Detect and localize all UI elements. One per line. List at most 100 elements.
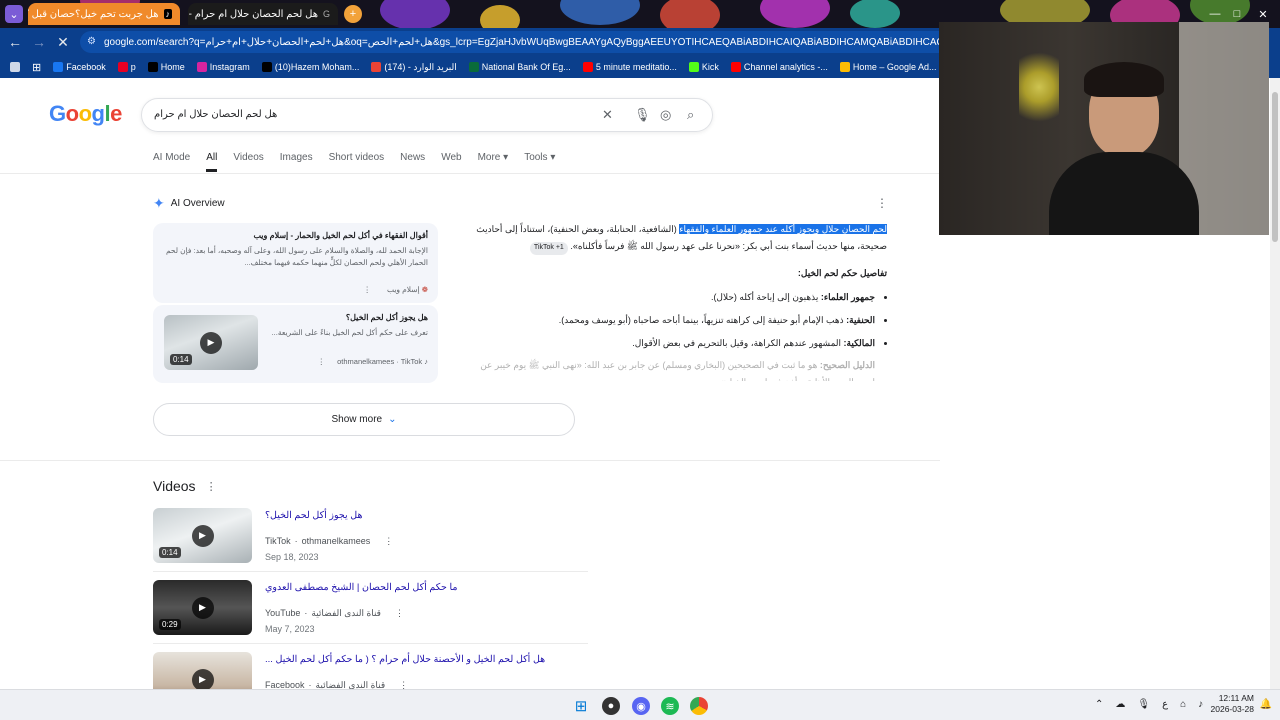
- video-thumbnail[interactable]: ▶ 0:29: [153, 580, 252, 635]
- camera-search-icon[interactable]: ◎: [660, 107, 671, 123]
- video-thumbnail[interactable]: ▶ 0:14: [153, 508, 252, 563]
- source-card[interactable]: ▶ 0:14 هل يجوز أكل لحم الخيل؟ تعرف على ح…: [153, 305, 438, 383]
- scrollbar[interactable]: [1270, 78, 1280, 689]
- video-source: TikTok · othmanelkamees ⋮: [265, 536, 394, 547]
- tab-short-videos[interactable]: Short videos: [329, 152, 385, 172]
- bookmark-item[interactable]: Home: [142, 62, 191, 73]
- more-options-icon[interactable]: ⋮: [876, 196, 888, 210]
- volume-icon[interactable]: ♪: [1198, 699, 1203, 710]
- video-result[interactable]: ▶ 0:14 هل يجوز أكل لحم الخيل؟ TikTok · oth…: [153, 508, 588, 578]
- source-card-source: ❁ إسلام ويب ⋮: [363, 285, 428, 294]
- search-tabs: AI Mode All Videos Images Short videos N…: [153, 152, 571, 172]
- bookmark-item[interactable]: Instagram: [191, 62, 256, 73]
- url-text: google.com/search?q=هل+لحم+الحصان+حلال+ا…: [104, 36, 960, 48]
- tab-news[interactable]: News: [400, 152, 425, 172]
- video-source: YouTube · قناة الندى الفضائية ⋮: [265, 608, 404, 619]
- video-thumbnail[interactable]: ▶ 0:14: [164, 315, 258, 370]
- stop-loading-icon[interactable]: ✕: [51, 30, 75, 54]
- video-result[interactable]: ▶ هل أكل لحم الخيل و الأحصنة حلال أم حرا…: [153, 652, 588, 689]
- back-icon[interactable]: ←: [3, 30, 27, 54]
- bookmark-item[interactable]: Facebook: [47, 62, 112, 73]
- list-item: المالكية: المشهور عندهم الكراهة، وقيل با…: [470, 335, 875, 352]
- network-icon[interactable]: ⌂: [1180, 699, 1186, 710]
- source-card-title: أقوال الفقهاء في أكل لحم الخيل والحمار -…: [253, 231, 428, 240]
- address-bar[interactable]: ⚙ google.com/search?q=هل+لحم+الحصان+حلال…: [80, 31, 960, 53]
- site-info-icon[interactable]: ⚙: [87, 36, 96, 47]
- source-chip[interactable]: TikTok +1: [529, 241, 568, 255]
- tab-all[interactable]: All: [206, 152, 218, 172]
- google-logo[interactable]: Google: [49, 101, 122, 127]
- maximize-icon[interactable]: □: [1228, 5, 1246, 23]
- video-title[interactable]: هل أكل لحم الخيل و الأحصنة حلال أم حرام …: [265, 654, 545, 665]
- tab-title: هل لحم الحصان حلال ام حرام - ...: [188, 8, 318, 20]
- clear-icon[interactable]: ✕: [602, 107, 613, 123]
- close-window-icon[interactable]: ✕: [1254, 5, 1272, 23]
- bookmark-icon: [688, 62, 699, 72]
- bookmark-label: National Bank Of Eg...: [481, 62, 571, 72]
- video-duration: 0:14: [159, 547, 181, 558]
- scrollbar-thumb[interactable]: [1272, 92, 1278, 242]
- bookmark-item[interactable]: p: [112, 62, 142, 73]
- source-card-desc: تعرف على حكم أكل لحم الخيل بناءً على الش…: [271, 328, 428, 337]
- tab-active[interactable]: G هل لحم الحصان حلال ام حرام - ... ✕: [188, 3, 338, 25]
- show-more-button[interactable]: Show more ⌄: [153, 403, 575, 436]
- chevron-up-icon[interactable]: ⌃: [1095, 699, 1103, 710]
- bookmark-label: 5 minute meditatio...: [595, 62, 677, 72]
- more-options-icon[interactable]: ⋮: [399, 680, 408, 689]
- tab-web[interactable]: Web: [441, 152, 461, 172]
- microphone-icon[interactable]: 🎙: [634, 107, 651, 123]
- notification-icon[interactable]: 🔔: [1260, 699, 1272, 710]
- apps-grid-icon[interactable]: ⊞: [26, 61, 47, 74]
- tab-more[interactable]: More ▾: [478, 152, 509, 172]
- bookmark-label: (174) - البريد الوارد: [384, 61, 457, 72]
- source-card[interactable]: أقوال الفقهاء في أكل لحم الخيل والحمار -…: [153, 223, 438, 303]
- search-input[interactable]: هل لحم الحصان حلال ام حرام ✕ 🎙 ◎ ⌕: [141, 98, 713, 132]
- chrome-icon[interactable]: [690, 697, 708, 715]
- search-icon[interactable]: ⌕: [687, 107, 694, 123]
- tab-first[interactable]: ♪ هل جربت تحم خيل؟حصان قبل كذ ✕: [28, 3, 180, 25]
- spotify-icon[interactable]: ≋: [661, 697, 679, 715]
- tab-videos[interactable]: Videos: [233, 152, 263, 172]
- video-result[interactable]: ▶ 0:29 ما حكم أكل لحم الحصان | الشيخ مصط…: [153, 580, 588, 650]
- divider: [153, 571, 588, 572]
- tab-search-button[interactable]: ⌄: [5, 5, 23, 23]
- tab-tools[interactable]: Tools ▾: [524, 152, 555, 172]
- video-title[interactable]: هل يجوز أكل لحم الخيل؟: [265, 510, 363, 521]
- video-title[interactable]: ما حكم أكل لحم الحصان | الشيخ مصطفى العد…: [265, 582, 457, 593]
- clock[interactable]: 12:11 AM 2026-03-28: [1211, 693, 1254, 716]
- bookmark-item[interactable]: National Bank Of Eg...: [463, 62, 577, 73]
- bookmark-icon: [839, 62, 850, 72]
- more-options-icon[interactable]: ⋮: [318, 357, 326, 366]
- bookmark-icon: [117, 62, 128, 72]
- video-thumbnail[interactable]: ▶: [153, 652, 252, 689]
- bookmark-icon: [582, 62, 593, 72]
- tab-images[interactable]: Images: [280, 152, 313, 172]
- search-query: هل لحم الحصان حلال ام حرام: [154, 109, 278, 120]
- sidebar-toggle-icon[interactable]: [4, 62, 26, 72]
- forward-icon[interactable]: →: [27, 30, 51, 54]
- bookmark-label: Kick: [701, 62, 719, 72]
- bookmark-item[interactable]: Channel analytics -...: [725, 62, 834, 73]
- play-icon: ▶: [200, 331, 222, 354]
- more-options-icon[interactable]: ⋮: [363, 285, 371, 294]
- bookmark-item[interactable]: Home – Google Ad...: [834, 62, 943, 73]
- discord-icon[interactable]: ◉: [632, 697, 650, 715]
- more-options-icon[interactable]: ⋮: [206, 480, 217, 493]
- minimize-icon[interactable]: —: [1206, 5, 1224, 23]
- bookmark-item[interactable]: (174) - البريد الوارد: [365, 62, 462, 73]
- bookmark-item[interactable]: Kick: [683, 62, 725, 73]
- bookmark-item[interactable]: 5 minute meditatio...: [577, 62, 683, 73]
- tab-ai-mode[interactable]: AI Mode: [153, 152, 190, 172]
- more-options-icon[interactable]: ⋮: [395, 608, 404, 619]
- divider: [0, 460, 940, 461]
- bookmark-icon: [196, 62, 207, 72]
- windows-start-icon[interactable]: ⊞: [572, 697, 590, 715]
- new-tab-button[interactable]: +: [344, 5, 362, 23]
- app-icon[interactable]: ●: [602, 697, 620, 715]
- more-options-icon[interactable]: ⋮: [384, 536, 393, 547]
- bookmark-label: Facebook: [66, 62, 106, 72]
- bookmark-item[interactable]: (10)Hazem Moham...: [256, 62, 366, 73]
- language-indicator[interactable]: ع: [1162, 699, 1168, 710]
- microphone-icon[interactable]: 🎙: [1137, 699, 1150, 710]
- cloud-icon[interactable]: ☁: [1115, 699, 1125, 710]
